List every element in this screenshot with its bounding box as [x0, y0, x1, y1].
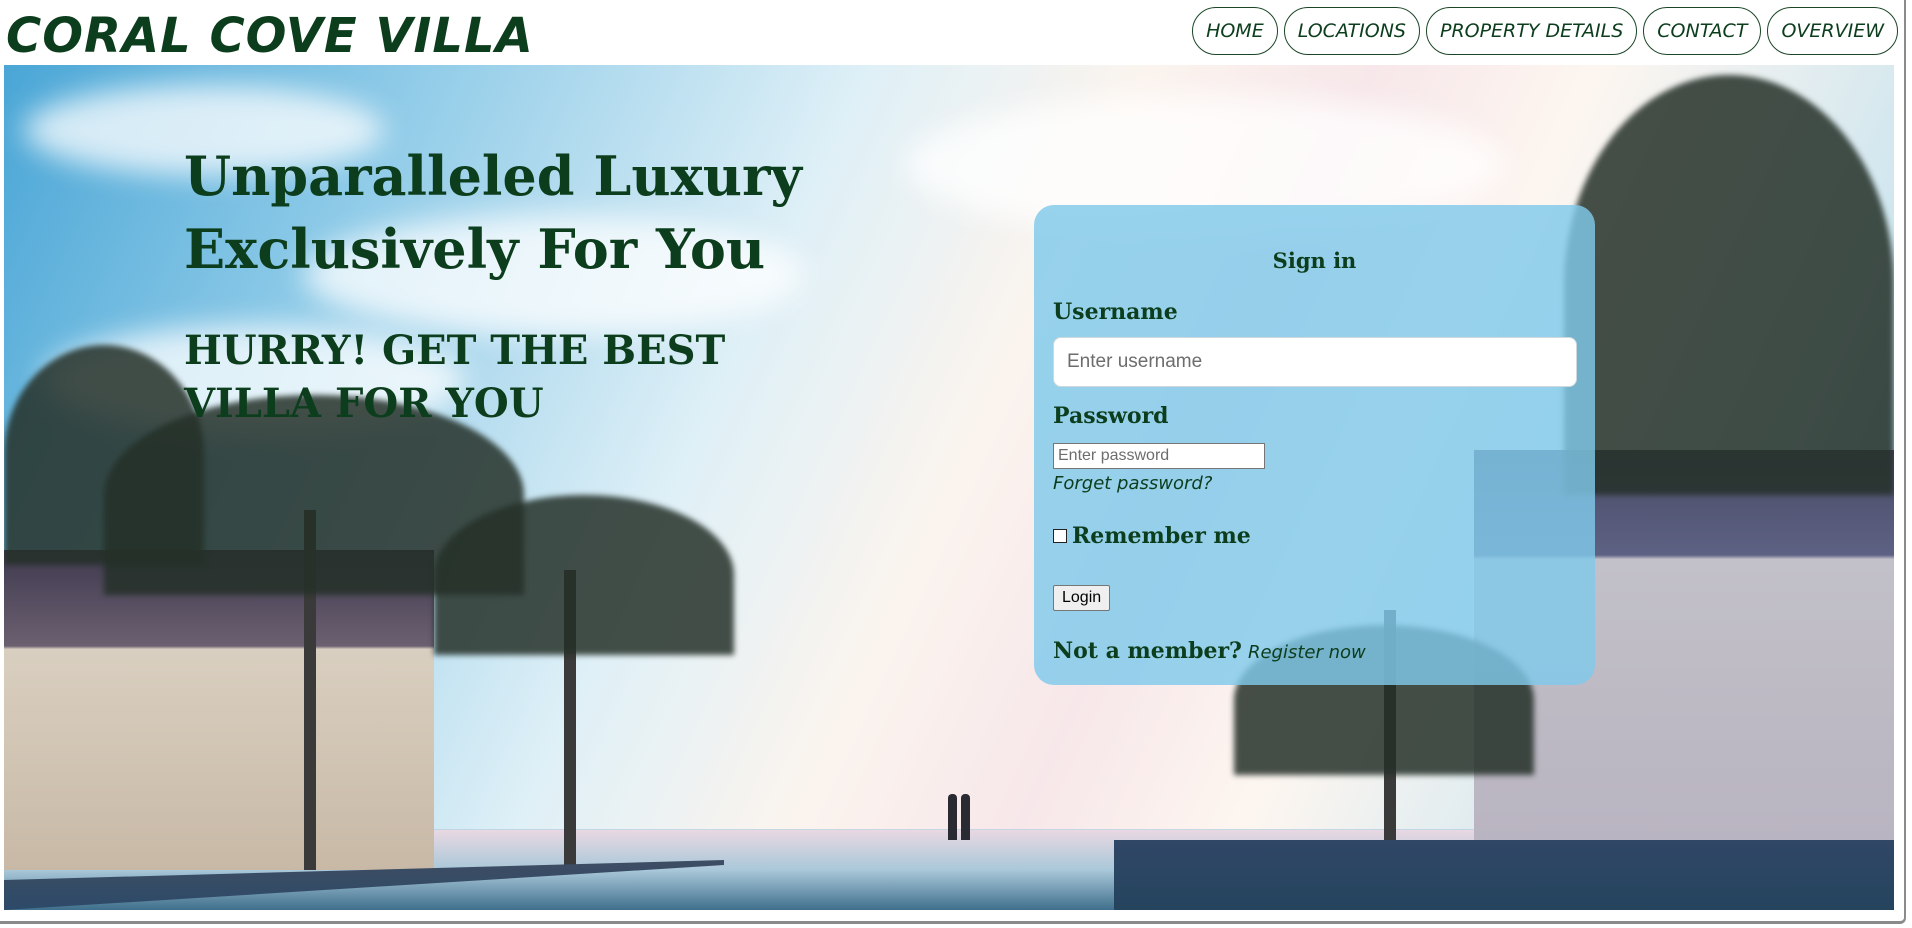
nav-home-button[interactable]: HOME	[1192, 7, 1278, 55]
username-label: Username	[1053, 299, 1178, 325]
nav-overview-button[interactable]: OVERVIEW	[1767, 7, 1898, 55]
login-button[interactable]: Login	[1053, 585, 1111, 611]
username-input[interactable]	[1053, 337, 1577, 387]
villa-building-left	[4, 550, 434, 870]
hero-subline: HURRY! GET THE BEST VILLA FOR YOU	[184, 327, 726, 427]
couple-silhouette	[944, 790, 974, 840]
signin-card: Sign in Username Password Forget passwor…	[1034, 205, 1595, 685]
register-row: Not a member? Register now	[1053, 638, 1366, 664]
password-input[interactable]	[1053, 443, 1265, 469]
not-member-text: Not a member?	[1053, 638, 1242, 664]
remember-me-label[interactable]: Remember me	[1072, 523, 1251, 549]
password-label: Password	[1053, 403, 1169, 429]
nav-locations-button[interactable]: LOCATIONS	[1283, 7, 1420, 55]
hero-headline: Unparalleled Luxury Exclusively For You	[184, 144, 802, 281]
palm-leaves	[4, 345, 204, 565]
signin-title: Sign in	[1272, 248, 1357, 273]
palm-leaves	[1564, 75, 1894, 495]
palm-leaves	[434, 495, 734, 655]
forget-password-link[interactable]: Forget password?	[1053, 473, 1212, 494]
remember-me-checkbox[interactable]	[1053, 529, 1067, 543]
register-now-link[interactable]: Register now	[1248, 642, 1366, 663]
nav-contact-button[interactable]: CONTACT	[1643, 7, 1762, 55]
pool-right	[1114, 840, 1894, 910]
brand-logo[interactable]: CORAL COVE VILLA	[6, 8, 534, 64]
nav-property-details-button[interactable]: PROPERTY DETAILS	[1425, 7, 1638, 55]
main-nav: HOME LOCATIONS PROPERTY DETAILS CONTACT …	[1192, 7, 1898, 55]
remember-me-row: Remember me	[1053, 523, 1251, 549]
